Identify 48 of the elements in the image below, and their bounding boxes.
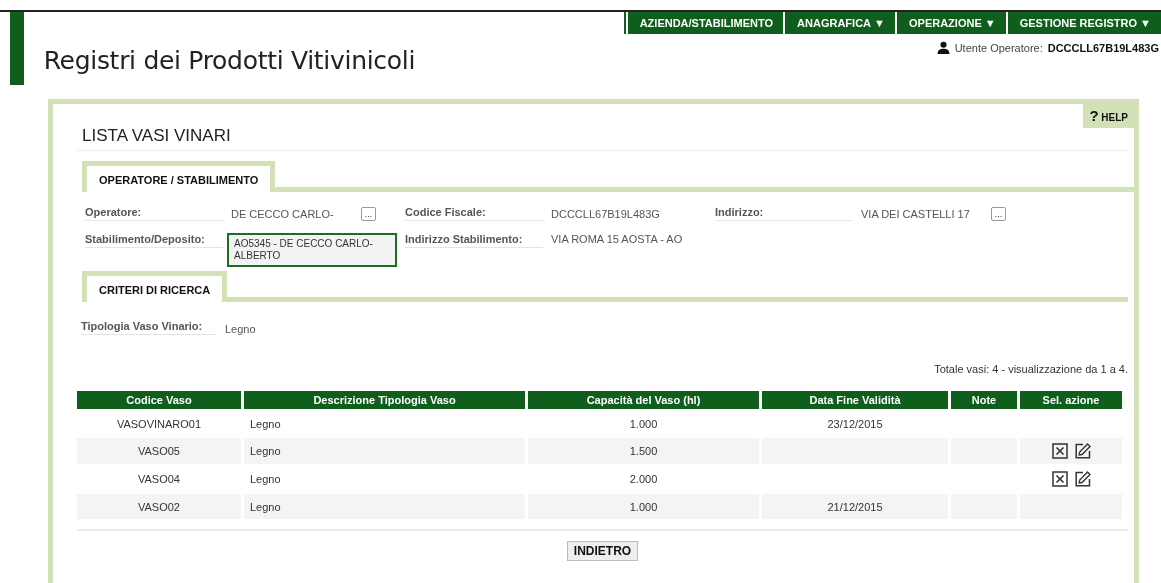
readonly-field[interactable]: AO5345 - DE CECCO CARLO-ALBERTO xyxy=(227,233,397,267)
field-value: VIA DEI CASTELLI 17 xyxy=(861,207,971,220)
field-label: Tipologia Vaso Vinario: xyxy=(81,320,217,335)
edit-icon[interactable] xyxy=(1074,471,1091,487)
column-header: Capacità del Vaso (hl) xyxy=(528,391,759,409)
back-button[interactable]: INDIETRO xyxy=(566,541,639,561)
section-tab[interactable]: CRITERI DI RICERCA xyxy=(82,271,228,302)
table-cell-text: Legno xyxy=(249,472,282,487)
column-header: Data Fine Validità xyxy=(762,391,948,409)
user-label: Utente Operatore: xyxy=(954,41,1043,54)
table-cell: VASO05 xyxy=(77,438,241,464)
field-label: Indirizzo Stabilimento: xyxy=(405,233,543,248)
delete-icon[interactable] xyxy=(1051,443,1068,459)
table-cell: 1.000 xyxy=(528,494,759,519)
delete-icon[interactable] xyxy=(1051,471,1068,487)
table-cell: 21/12/2015 xyxy=(762,494,948,519)
user-icon xyxy=(936,41,950,54)
field-value: DCCCLL67B19L483G xyxy=(551,207,661,220)
help-button[interactable]: ? HELP xyxy=(1083,104,1134,128)
results-summary: Totale vasi: 4 - visualizzazione da 1 a 4. xyxy=(933,363,1128,375)
column-header: Note xyxy=(951,391,1017,409)
section-tab[interactable]: OPERATORE / STABILIMENTO xyxy=(82,161,276,192)
field-label: Indirizzo: xyxy=(715,206,853,221)
field-value: Legno xyxy=(225,323,257,335)
lookup-button[interactable]: ... xyxy=(991,206,1006,221)
field-label: Stabilimento/Deposito: xyxy=(85,233,223,248)
table-cell: VASO02 xyxy=(77,494,241,519)
table-cell: 1.500 xyxy=(528,438,759,464)
field-value: VIA ROMA 15 AOSTA - AO xyxy=(551,233,684,245)
field-label: Operatore: xyxy=(85,206,223,221)
field-label: Codice Fiscale: xyxy=(405,206,543,221)
table-cell-text: 2.000 xyxy=(628,472,659,487)
edit-icon[interactable] xyxy=(1074,443,1091,459)
table-cell-text: Legno xyxy=(249,416,282,432)
column-header: Descrizione Tipologia Vaso xyxy=(244,391,525,409)
table-cell-text: 23/12/2015 xyxy=(826,416,884,432)
table-cell-text: VASO04 xyxy=(137,472,181,487)
field-value: DE CECCO CARLO- xyxy=(231,207,335,220)
column-header: Sel. azione xyxy=(1020,391,1122,409)
lookup-button[interactable]: ... xyxy=(361,206,376,221)
table-cell-text: VASOVINARO01 xyxy=(115,416,203,432)
app-title: Registri dei Prodotti Vitivinicoli xyxy=(43,46,416,75)
page-title: LISTA VASI VINARI xyxy=(77,126,1128,151)
user-code: DCCCLL67B19L483G xyxy=(1047,41,1159,54)
column-header: Codice Vaso xyxy=(77,391,241,409)
table-cell: Legno xyxy=(244,494,525,519)
table-cell-text: 1.000 xyxy=(628,416,659,432)
table-cell: Legno xyxy=(244,438,525,464)
